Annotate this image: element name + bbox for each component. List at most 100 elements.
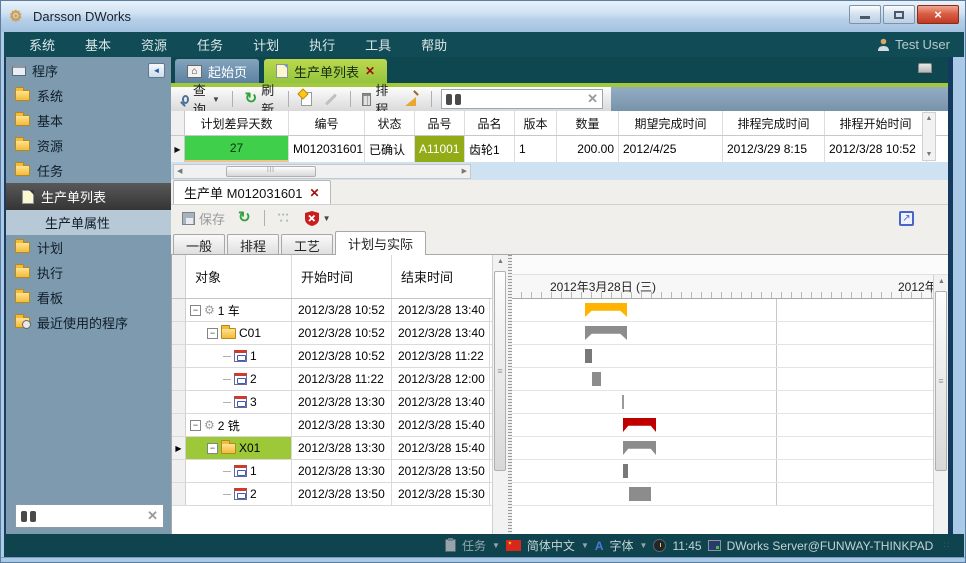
sidebar-item-recent[interactable]: 最近使用的程序 [6,310,171,335]
gantt-bar[interactable] [623,441,656,455]
detail-tab-order[interactable]: 生产单 M012031601 ✕ [173,180,331,204]
status-tasks[interactable]: 任务 [462,537,486,554]
gantt-bar[interactable] [585,349,592,363]
new-button[interactable] [298,91,315,107]
collapse-icon[interactable]: − [207,328,218,339]
scroll-up-icon[interactable]: ▲ [493,258,508,265]
tree-row-op1b[interactable]: 1 2012/3/28 13:30 2012/3/28 13:50 [172,460,508,483]
menu-plan[interactable]: 计划 [238,35,294,54]
scroll-thumb[interactable] [494,271,506,471]
status-language[interactable]: 简体中文 [527,537,575,554]
tree-row-x01-selected[interactable]: ▶ −X01 2012/3/28 13:30 2012/3/28 15:40 [172,437,508,460]
gantt-bar[interactable] [592,372,601,386]
col-start-time[interactable]: 开始时间 [292,255,392,298]
cell-status[interactable]: 已确认 [365,136,415,162]
detail-refresh-button[interactable]: ↻ [235,210,254,226]
sidebar-item-plan[interactable]: 计划 [6,235,171,260]
gantt-bar[interactable] [629,487,651,501]
col-schedule-start[interactable]: 排程开始时间 [825,111,927,135]
tree-row-machine2[interactable]: −⚙2 铣 2012/3/28 13:30 2012/3/28 15:40 [172,414,508,437]
pin-icon[interactable] [918,63,932,73]
col-expected-finish[interactable]: 期望完成时间 [619,111,723,135]
minimize-button[interactable] [849,5,881,24]
scroll-left-icon[interactable]: ◀ [177,167,182,175]
validate-button[interactable]: ▼ [302,210,334,227]
open-new-window-icon[interactable]: ↗ [899,211,914,226]
tree-row-machine1[interactable]: −⚙1 车 2012/3/28 10:52 2012/3/28 13:40 [172,299,508,322]
maximize-button[interactable] [883,5,915,24]
save-button[interactable]: 保存 [179,208,228,229]
dropdown-arrow-icon[interactable]: ▼ [581,541,589,550]
edit-button[interactable] [321,97,341,102]
hierarchy-button[interactable] [275,211,295,225]
col-end-time[interactable]: 结束时间 [392,255,490,298]
menu-tools[interactable]: 工具 [350,35,406,54]
col-version[interactable]: 版本 [515,111,557,135]
scroll-thumb[interactable] [226,166,316,177]
title-bar[interactable]: ⚙ Darsson DWorks × [1,1,966,32]
dropdown-arrow-icon[interactable]: ▼ [640,541,648,550]
sidebar-item-kanban[interactable]: 看板 [6,285,171,310]
sidebar-item-order-properties[interactable]: 生产单属性 [6,210,171,235]
menu-task[interactable]: 任务 [182,35,238,54]
toolbar-search-input[interactable] [465,92,583,106]
sidebar-item-resource[interactable]: 资源 [6,133,171,158]
col-schedule-finish[interactable]: 排程完成时间 [723,111,825,135]
order-row[interactable]: ▶ 27 M012031601 已确认 A11001 齿轮1 1 200.00 … [171,136,950,162]
tree-row-op1[interactable]: 1 2012/3/28 10:52 2012/3/28 11:22 [172,345,508,368]
orders-vertical-scrollbar[interactable]: ▲▼ [922,112,936,161]
clear-icon[interactable]: ✕ [587,91,598,107]
sidebar-item-system[interactable]: 系统 [6,83,171,108]
scroll-up-icon[interactable]: ▲ [934,278,949,285]
cell-quantity[interactable]: 200.00 [557,136,619,162]
collapse-icon[interactable]: − [207,443,218,454]
tree-row-c01[interactable]: −C01 2012/3/28 10:52 2012/3/28 13:40 [172,322,508,345]
tree-row-op3[interactable]: 3 2012/3/28 13:30 2012/3/28 13:40 [172,391,508,414]
col-item-name[interactable]: 品名 [465,111,515,135]
gantt-vertical-scrollbar[interactable]: ▲ ▼ [933,275,949,562]
gantt-bar[interactable] [622,395,624,409]
col-order-no[interactable]: 编号 [289,111,365,135]
sidebar-item-basic[interactable]: 基本 [6,108,171,133]
current-user[interactable]: Test User [877,37,954,52]
gantt-bar[interactable] [585,326,627,340]
menu-resource[interactable]: 资源 [126,35,182,54]
close-button[interactable]: × [917,5,959,24]
close-tab-icon[interactable]: ✕ [310,186,320,200]
col-status[interactable]: 状态 [365,111,415,135]
close-tab-icon[interactable]: ✕ [365,64,375,78]
cell-schedule-finish[interactable]: 2012/3/29 8:15 [723,136,825,162]
tab-schedule[interactable]: 排程 [227,234,279,255]
menu-help[interactable]: 帮助 [406,35,462,54]
operations-vertical-scrollbar[interactable]: ▲ ▼ [492,255,508,562]
sidebar-item-execute[interactable]: 执行 [6,260,171,285]
dropdown-arrow-icon[interactable]: ▼ [492,541,500,550]
cell-version[interactable]: 1 [515,136,557,162]
tab-plan-vs-actual[interactable]: 计划与实际 [335,231,426,255]
cell-schedule-start[interactable]: 2012/3/28 10:52 [825,136,927,162]
collapse-icon[interactable]: − [190,420,201,431]
clean-button[interactable] [402,91,422,107]
collapse-icon[interactable]: − [190,305,201,316]
gantt-bar[interactable] [585,303,627,317]
clear-search-icon[interactable]: ✕ [147,508,158,524]
scroll-thumb[interactable] [935,291,947,471]
col-item-no[interactable]: 品号 [415,111,465,135]
scroll-down-icon[interactable]: ▼ [926,151,933,158]
sidebar-item-task[interactable]: 任务 [6,158,171,183]
menu-basic[interactable]: 基本 [70,35,126,54]
scroll-right-icon[interactable]: ▶ [462,167,467,175]
cell-expected-finish[interactable]: 2012/4/25 [619,136,723,162]
cell-order-no[interactable]: M012031601 [289,136,365,162]
tab-process[interactable]: 工艺 [281,234,333,255]
sidebar-item-order-list[interactable]: 生产单列表 [6,183,171,210]
resize-grip[interactable]: ∷ [943,540,950,551]
cell-item-no[interactable]: A11001 [415,136,465,162]
menu-execute[interactable]: 执行 [294,35,350,54]
menu-system[interactable]: 系统 [14,35,70,54]
cell-plan-diff[interactable]: 27 [185,136,289,162]
gantt-bar[interactable] [623,418,656,432]
col-object[interactable]: 对象 [186,255,292,298]
scroll-up-icon[interactable]: ▲ [926,115,933,122]
sidebar-search-input[interactable] [40,509,143,523]
